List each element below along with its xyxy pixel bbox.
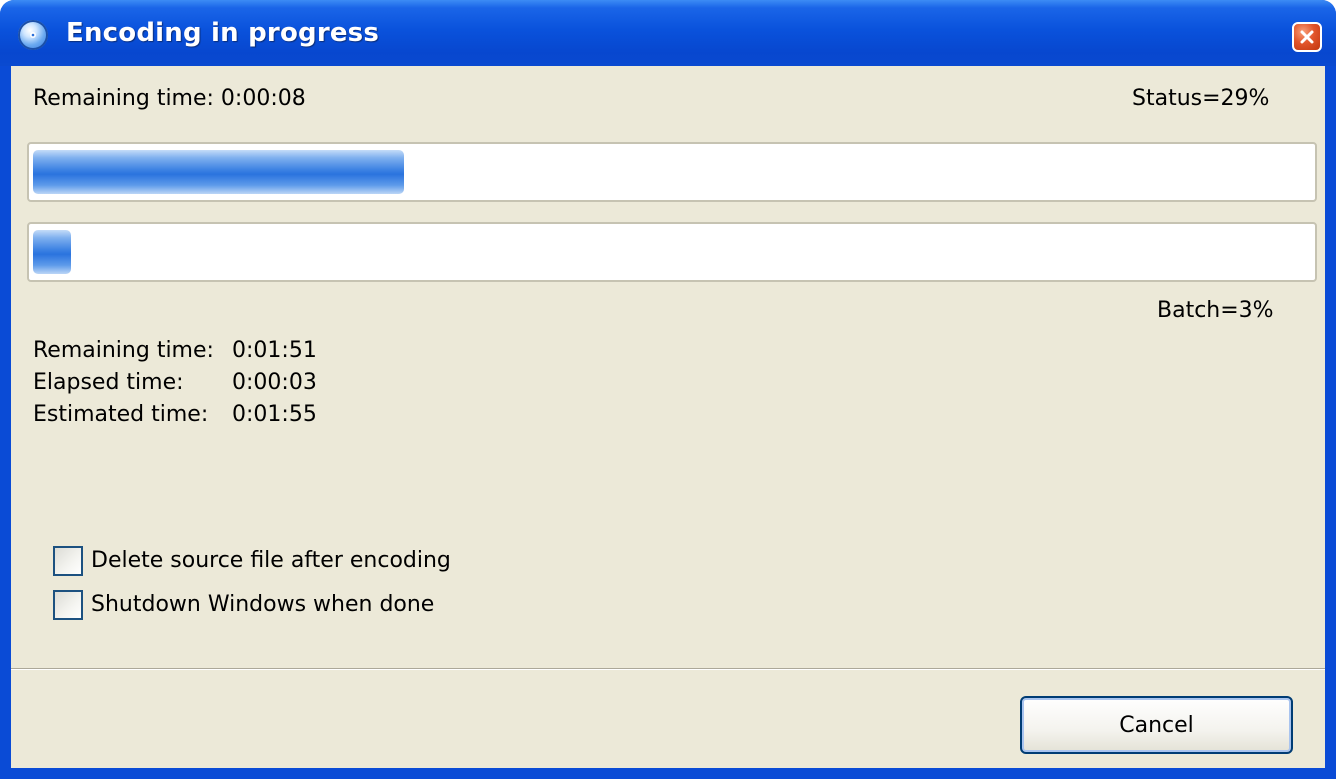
title-bar[interactable]: Encoding in progress [0, 0, 1336, 66]
estimated-time-value: 0:01:55 [232, 402, 317, 427]
window-title: Encoding in progress [66, 18, 380, 48]
file-progress-bar [27, 142, 1317, 202]
estimated-time-label: Estimated time: [33, 402, 209, 427]
cancel-button[interactable]: Cancel [1020, 696, 1293, 754]
media-disc-icon [18, 20, 48, 50]
dialog-body: Remaining time: 0:00:08 Status=29% Batch… [11, 66, 1325, 768]
close-button[interactable] [1292, 22, 1322, 52]
shutdown-windows-checkbox[interactable] [53, 590, 83, 620]
batch-remaining-time-label: Remaining time: [33, 338, 214, 363]
option-shutdown-windows[interactable]: Shutdown Windows when done [53, 590, 513, 622]
close-icon [1300, 30, 1314, 44]
footer-divider [11, 668, 1325, 670]
encoding-dialog: Encoding in progress Remaining time: 0:0… [0, 0, 1336, 779]
elapsed-time-value: 0:00:03 [232, 370, 317, 395]
batch-percent-label: Batch=3% [1157, 298, 1274, 323]
delete-source-label[interactable]: Delete source file after encoding [91, 546, 451, 576]
shutdown-windows-label[interactable]: Shutdown Windows when done [91, 590, 434, 620]
status-percent-label: Status=29% [1132, 86, 1270, 111]
elapsed-time-label: Elapsed time: [33, 370, 184, 395]
batch-progress-fill [33, 230, 71, 274]
option-delete-source[interactable]: Delete source file after encoding [53, 546, 513, 578]
delete-source-checkbox[interactable] [53, 546, 83, 576]
batch-progress-bar [27, 222, 1317, 282]
file-progress-fill [33, 150, 404, 194]
batch-remaining-time-value: 0:01:51 [232, 338, 317, 363]
file-remaining-time: Remaining time: 0:00:08 [33, 86, 306, 111]
